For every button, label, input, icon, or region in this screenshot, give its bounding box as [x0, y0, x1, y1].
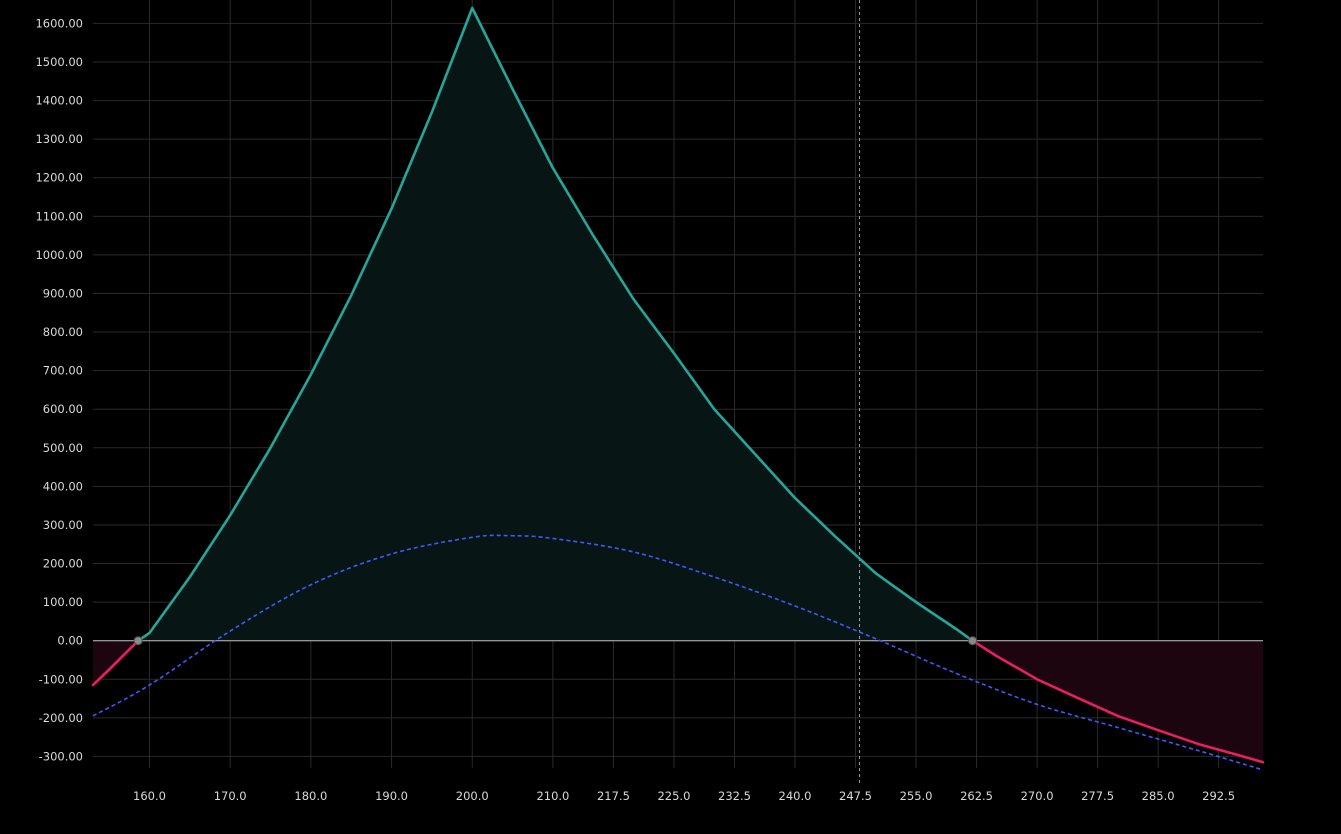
x-tick-label: 170.0 — [214, 789, 247, 803]
y-tick-label: 1300.00 — [35, 132, 83, 146]
x-tick-label: 200.0 — [456, 789, 489, 803]
x-tick-label: 225.0 — [657, 789, 690, 803]
breakeven-dot[interactable] — [133, 636, 143, 646]
x-tick-label: 277.5 — [1081, 789, 1114, 803]
y-tick-label: 500.00 — [43, 441, 83, 455]
breakeven-dot[interactable] — [968, 636, 978, 646]
x-tick-label: 240.0 — [779, 789, 812, 803]
y-tick-label: 1500.00 — [35, 55, 83, 69]
x-tick-label: 255.0 — [900, 789, 933, 803]
y-tick-label: 1600.00 — [35, 16, 83, 30]
y-tick-label: 700.00 — [43, 364, 83, 378]
y-tick-label: 100.00 — [43, 595, 83, 609]
y-tick-label: 400.00 — [43, 479, 83, 493]
y-tick-label: 1000.00 — [35, 248, 83, 262]
y-tick-label: 800.00 — [43, 325, 83, 339]
x-tick-label: 270.0 — [1021, 789, 1054, 803]
y-tick-label: -200.00 — [39, 711, 83, 725]
y-tick-label: 200.00 — [43, 557, 83, 571]
y-tick-label: -100.00 — [39, 672, 83, 686]
y-tick-label: -300.00 — [39, 749, 83, 763]
y-tick-label: 1200.00 — [35, 171, 83, 185]
y-tick-label: 1100.00 — [35, 209, 83, 223]
x-tick-label: 232.5 — [718, 789, 751, 803]
x-tick-label: 285.0 — [1142, 789, 1175, 803]
y-tick-label: 300.00 — [43, 518, 83, 532]
x-tick-label: 160.0 — [133, 789, 166, 803]
x-tick-label: 247.5 — [839, 789, 872, 803]
y-tick-label: 1400.00 — [35, 94, 83, 108]
x-tick-label: 292.5 — [1202, 789, 1235, 803]
x-tick-label: 180.0 — [294, 789, 327, 803]
x-tick-label: 210.0 — [536, 789, 569, 803]
x-tick-label: 217.5 — [597, 789, 630, 803]
y-tick-label: 900.00 — [43, 286, 83, 300]
x-tick-label: 190.0 — [375, 789, 408, 803]
x-tick-label: 262.5 — [960, 789, 993, 803]
pnl-chart: -300.00 -200.00 -100.00 0.00 100.00 200.00 300… — [0, 0, 1341, 834]
y-tick-label: 0.00 — [57, 634, 83, 648]
y-tick-label: 600.00 — [43, 402, 83, 416]
